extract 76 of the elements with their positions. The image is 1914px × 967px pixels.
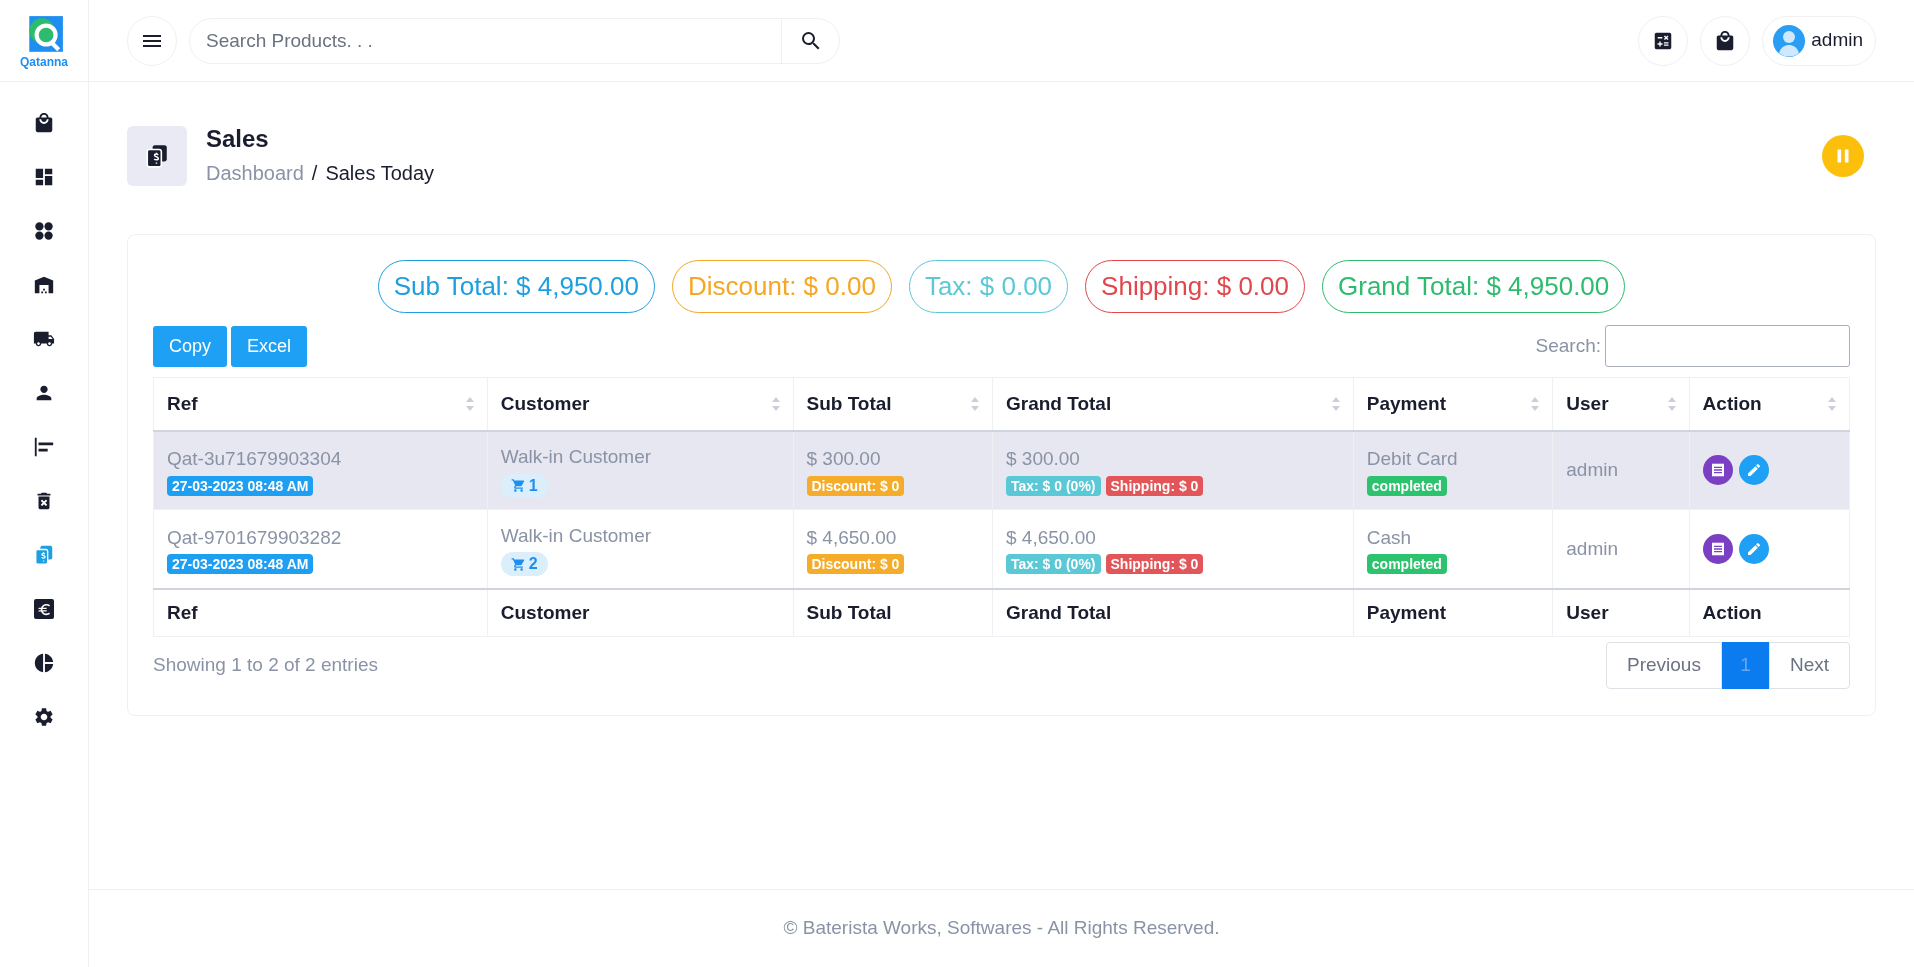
breadcrumb-current: Sales Today xyxy=(325,161,434,186)
grand-total-text: $ 300.00 xyxy=(1005,447,1080,471)
sort-icon xyxy=(771,396,780,411)
receipt-button[interactable] xyxy=(1702,455,1733,486)
items-count-badge: 1 xyxy=(500,473,548,498)
bars-icon xyxy=(33,436,55,458)
euro-icon xyxy=(34,599,54,619)
date-badge: 27-03-2023 08:48 AM xyxy=(167,554,314,574)
bag-icon xyxy=(33,112,55,134)
warehouse-icon xyxy=(33,274,55,296)
user-text: admin xyxy=(1566,537,1619,559)
column-footer: Action xyxy=(1702,601,1762,623)
avatar-icon xyxy=(1773,24,1806,57)
status-badge: completed xyxy=(1366,554,1447,574)
sort-icon xyxy=(1828,396,1836,411)
user-text: admin xyxy=(1566,459,1619,480)
sort-icon xyxy=(1667,396,1676,411)
column-header[interactable]: Customer xyxy=(500,389,590,418)
customer-text: Walk-in Customer xyxy=(500,445,652,469)
column-header[interactable]: User xyxy=(1566,389,1609,418)
column-header[interactable]: Ref xyxy=(167,389,198,418)
tax-badge: Tax: $ 0 (0%) xyxy=(1005,475,1101,496)
dashboard-icon xyxy=(33,166,55,188)
edit-button[interactable] xyxy=(1738,533,1769,564)
discount-badge: Discount: $ 0 xyxy=(806,554,905,574)
shipping-badge: Shipping: $ 0 xyxy=(1105,475,1204,496)
page-title: Sales xyxy=(206,124,270,154)
edit-button[interactable] xyxy=(1738,455,1769,486)
column-footer: Grand Total xyxy=(1005,601,1112,623)
sort-icon xyxy=(970,396,979,411)
cart-icon xyxy=(510,556,526,572)
table-row[interactable]: Qat-3u71679903304 27-03-2023 08:48 AM Walk-in Customer 1 $ 300.00 Discount: $ 0 $ 300.00 Tax: $ 0 (0%) Shipping: $ 0 Debit Card completed admin xyxy=(153,430,1850,510)
sub-total-text: $ 4,650.00 xyxy=(806,525,897,550)
customer-text: Walk-in Customer xyxy=(500,523,652,548)
column-header[interactable]: Grand Total xyxy=(1005,389,1112,418)
column-footer: Customer xyxy=(500,601,590,623)
payment-text: Cash xyxy=(1366,525,1412,550)
footer-text: © Baterista Works, Softwares - All Rights Reserved. xyxy=(783,916,1220,941)
sort-icon xyxy=(465,396,474,411)
previous-button[interactable]: Previous xyxy=(1606,642,1722,689)
edit-icon xyxy=(1745,540,1762,557)
grand-total-text: $ 4,650.00 xyxy=(1005,525,1096,550)
logo-text: Qatanna xyxy=(20,55,68,68)
items-count-badge: 2 xyxy=(500,552,548,576)
receipt-icon xyxy=(1709,462,1726,479)
ref-text: Qat-3u71679903304 xyxy=(167,447,342,471)
receipt-button[interactable] xyxy=(1702,533,1733,564)
column-footer: User xyxy=(1566,601,1609,623)
entries-info: Showing 1 to 2 of 2 entries xyxy=(153,653,378,678)
sort-icon xyxy=(1531,396,1540,411)
table-row[interactable]: Qat-9701679903282 27-03-2023 08:48 AM Walk-in Customer 2 $ 4,650.00 Discount: $ 0 $ 4,650.00 Tax: $ 0 (0%) Shipping: $ 0 Cash completed admin xyxy=(153,509,1850,589)
receipt-icon xyxy=(1709,540,1726,557)
tax-badge: Tax: $ 0 (0%) xyxy=(1005,554,1101,574)
shipping-badge: Shipping: $ 0 xyxy=(1105,554,1204,574)
pie-chart-icon xyxy=(33,652,55,674)
search-label: Search: xyxy=(1535,333,1601,358)
next-button[interactable]: Next xyxy=(1768,642,1850,689)
settings-icon xyxy=(33,706,55,728)
sort-icon xyxy=(1331,396,1340,411)
column-footer: Payment xyxy=(1366,601,1446,623)
dollar-copy-icon xyxy=(33,544,55,566)
payment-text: Debit Card xyxy=(1366,447,1458,471)
table-search-field[interactable] xyxy=(1605,325,1850,367)
ref-text: Qat-9701679903282 xyxy=(167,525,342,550)
date-badge: 27-03-2023 08:48 AM xyxy=(167,475,314,496)
cart-icon xyxy=(510,478,526,493)
column-footer: Ref xyxy=(167,601,198,623)
dollar-copy-icon xyxy=(144,143,170,169)
sub-total-text: $ 300.00 xyxy=(806,447,881,471)
column-footer: Sub Total xyxy=(806,601,892,623)
edit-icon xyxy=(1745,462,1762,479)
breadcrumb-separator: / xyxy=(311,161,318,186)
user-menu-button[interactable]: admin xyxy=(1762,15,1876,66)
four-circles-icon xyxy=(33,220,55,242)
discount-badge: Discount: $ 0 xyxy=(806,475,905,496)
status-badge: completed xyxy=(1366,475,1447,496)
